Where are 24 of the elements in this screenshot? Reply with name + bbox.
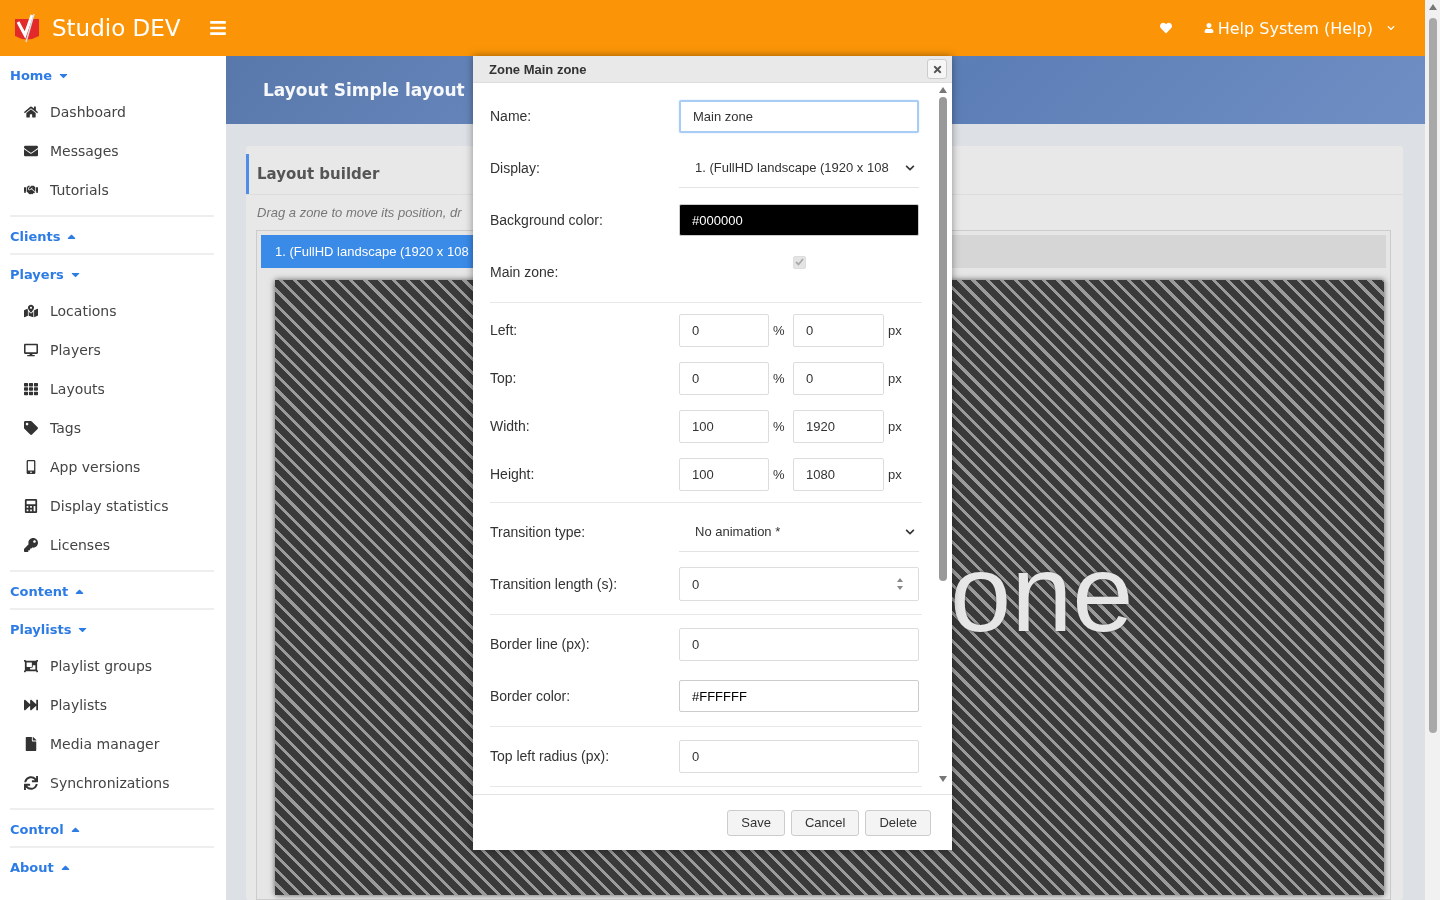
field-label: Border color: — [490, 688, 572, 704]
unit-label: px — [888, 418, 903, 434]
field-label: Top left radius (px): — [490, 748, 611, 764]
page-title: Layout Simple layout — [263, 80, 465, 100]
field-label: Left: — [490, 322, 519, 338]
unit-label: px — [888, 322, 903, 338]
field-label: Name: — [490, 108, 533, 124]
unit-label: px — [888, 370, 903, 386]
unit-label: % — [773, 370, 786, 386]
field-label: Background color: — [490, 212, 604, 228]
field-label: Top: — [490, 370, 518, 386]
field-label: Width: — [490, 418, 531, 434]
brand-title: Studio DEV — [52, 15, 181, 41]
unit-label: % — [773, 322, 786, 338]
unit-label: % — [773, 466, 786, 482]
unit-label: px — [888, 466, 903, 482]
field-label: Height: — [490, 466, 536, 482]
field-label: Display: — [490, 160, 541, 176]
field-label: Transition type: — [490, 524, 587, 540]
dialog-title: Zone Main zone — [489, 61, 587, 77]
field-label: Main zone: — [490, 264, 560, 280]
unit-label: % — [773, 418, 786, 434]
field-label: Border line (px): — [490, 636, 591, 652]
field-label: Transition length (s): — [490, 576, 619, 592]
